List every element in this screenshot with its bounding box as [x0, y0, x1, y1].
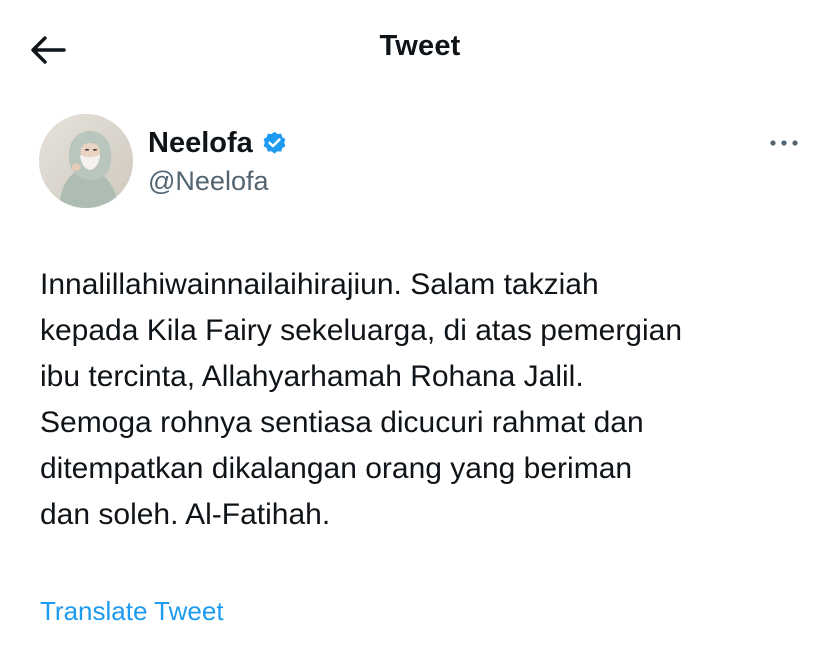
- avatar[interactable]: [39, 114, 133, 208]
- top-bar: Tweet: [0, 0, 840, 100]
- author-handle[interactable]: @Neelofa: [148, 166, 268, 197]
- back-button[interactable]: [26, 30, 70, 70]
- page-title: Tweet: [379, 30, 461, 62]
- profile-photo: [39, 114, 133, 208]
- more-horizontal-icon: [770, 140, 798, 146]
- more-options-button[interactable]: [766, 130, 802, 156]
- translate-tweet-link[interactable]: Translate Tweet: [40, 596, 224, 627]
- verified-badge-icon: [261, 130, 288, 157]
- author-row: Neelofa: [148, 124, 288, 162]
- tweet-text: Innalillahiwainnailaihirajiun. Salam tak…: [40, 268, 683, 531]
- arrow-left-icon: [31, 36, 66, 64]
- author-name[interactable]: Neelofa: [148, 127, 253, 160]
